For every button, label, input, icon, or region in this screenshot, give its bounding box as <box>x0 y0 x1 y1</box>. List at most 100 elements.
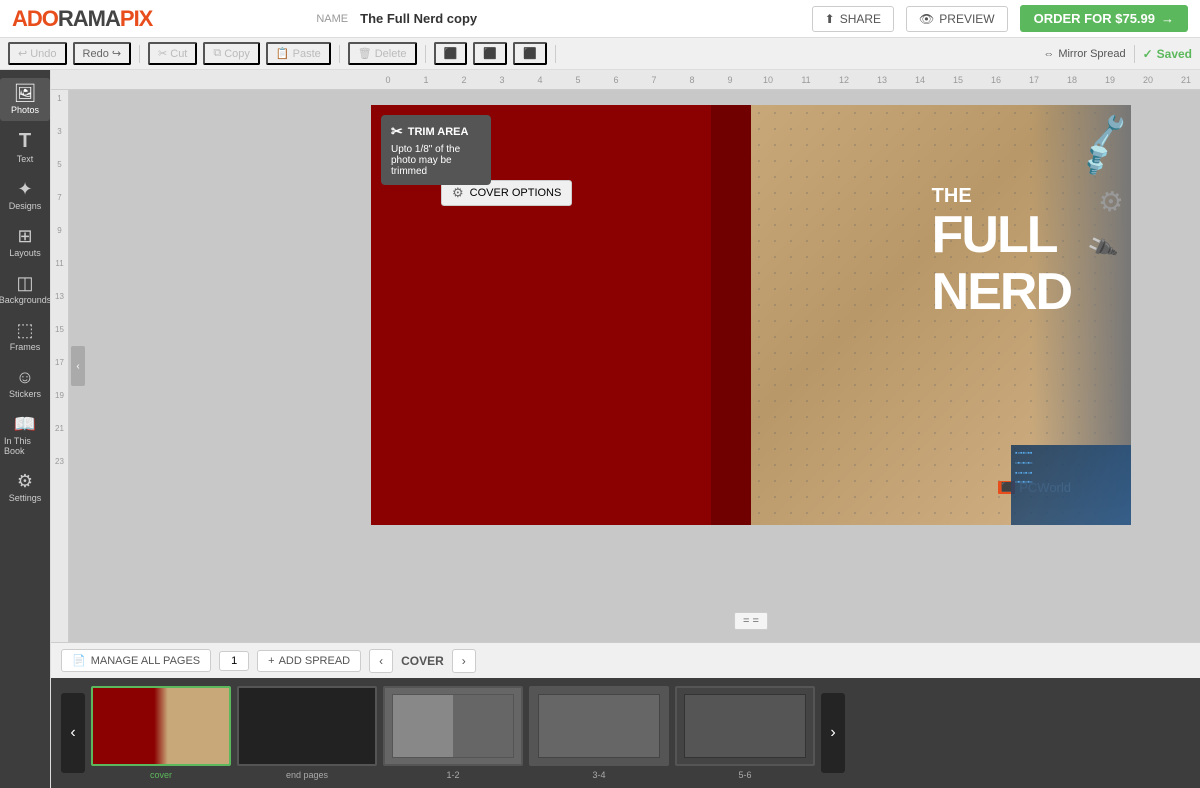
cover-thumbnail <box>91 686 231 766</box>
align-right-icon: ⬛ <box>523 47 537 60</box>
sidebar-item-frames[interactable]: ⬚ Frames <box>0 315 50 358</box>
sidebar-item-backgrounds[interactable]: ◫ Backgrounds <box>0 268 50 311</box>
align-left-button[interactable]: ⬛ <box>434 42 468 65</box>
canvas-area: 0 1 2 3 4 5 6 7 8 9 10 11 12 13 14 15 16 <box>51 70 1200 642</box>
spread-3-4-thumb-content <box>531 688 667 764</box>
sidebar-item-settings[interactable]: ⚙ Settings <box>0 466 50 509</box>
logo-pix: PIX <box>120 6 152 32</box>
toolbar-separator-4 <box>555 45 556 63</box>
main-area: 🖼 Photos T Text ✦ Designs ⊞ Layouts ◫ Ba… <box>0 70 1200 788</box>
redo-button[interactable]: Redo ↪ <box>73 42 132 65</box>
spread-5-6-thumb-content <box>677 688 813 764</box>
cover-label: cover <box>150 770 172 780</box>
next-page-button[interactable]: › <box>452 649 476 673</box>
designs-icon: ✦ <box>17 180 32 198</box>
filmstrip-item-cover[interactable]: cover <box>91 686 231 780</box>
sidebar-item-in-this-book[interactable]: 📖 In This Book <box>0 409 50 462</box>
manage-pages-button[interactable]: 📄 MANAGE ALL PAGES <box>61 649 211 672</box>
bottom-bar: 📄 MANAGE ALL PAGES + ADD SPREAD ‹ COVER … <box>51 642 1200 678</box>
spread-1-2-thumb-content <box>385 688 521 764</box>
sidebar-item-text[interactable]: T Text <box>0 125 50 170</box>
header: ADO RAMA PIX NAME The Full Nerd copy ⬆ S… <box>0 0 1200 38</box>
align-right-button[interactable]: ⬛ <box>513 42 547 65</box>
settings-icon: ⚙ <box>17 472 33 490</box>
paste-button[interactable]: 📋 Paste <box>266 42 331 65</box>
stickers-icon: ☺ <box>16 368 34 386</box>
ruler-numbers: 0 1 2 3 4 5 6 7 8 9 10 11 12 13 14 15 16 <box>361 75 1200 85</box>
page-number-input[interactable] <box>219 651 249 671</box>
filmstrip-next-button[interactable]: › <box>821 693 845 773</box>
share-button[interactable]: ⬆ SHARE <box>812 6 894 32</box>
pages-icon: 📄 <box>72 654 86 667</box>
toolbar-separator-2 <box>339 45 340 63</box>
sidebar-item-stickers[interactable]: ☺ Stickers <box>0 362 50 405</box>
toolbar-separator-3 <box>425 45 426 63</box>
plus-icon: + <box>268 655 274 667</box>
preview-button[interactable]: 👁 PREVIEW <box>906 6 1008 32</box>
canvas-with-vruler: 135 7911 131517 192123 ‹ ✂ <box>51 90 1200 642</box>
mirror-spread-toggle[interactable]: ⇔ Mirror Spread <box>1043 48 1125 60</box>
filmstrip-prev-button[interactable]: ‹ <box>61 693 85 773</box>
order-button[interactable]: ORDER FOR $75.99 → <box>1020 5 1188 32</box>
project-name: The Full Nerd copy <box>360 11 477 26</box>
full-nerd-title: THE FULL NERD <box>932 185 1071 321</box>
backgrounds-icon: ◫ <box>16 274 33 292</box>
in-book-icon: 📖 <box>14 415 36 433</box>
align-center-icon: ⬛ <box>483 47 497 60</box>
toolbar: ↩ Undo Redo ↪ ✂ Cut ⧉ Copy 📋 Paste 🗑 Del… <box>0 38 1200 70</box>
spread-3-4-thumbnail <box>529 686 669 766</box>
undo-button[interactable]: ↩ Undo <box>8 42 67 65</box>
circuit-board: ▪▫▪▪▫▪▪▫▪▫▪▫▪▫▪▫▪▫▪▫▪▫▪▫▪▫▪▫ <box>1011 445 1131 525</box>
current-spread-label: COVER <box>401 654 444 668</box>
toolbar-separator-1 <box>139 45 140 63</box>
copy-icon: ⧉ <box>213 47 221 60</box>
spread-indicator: = = <box>734 612 768 630</box>
sidebar-item-photos[interactable]: 🖼 Photos <box>0 78 50 121</box>
delete-button[interactable]: 🗑 Delete <box>348 42 417 65</box>
copy-button[interactable]: ⧉ Copy <box>203 42 260 65</box>
vertical-ruler: 135 7911 131517 192123 <box>51 90 69 642</box>
spread-1-2-thumbnail <box>383 686 523 766</box>
left-sidebar: 🖼 Photos T Text ✦ Designs ⊞ Layouts ◫ Ba… <box>0 70 50 788</box>
align-left-icon: ⬛ <box>444 47 458 60</box>
filmstrip-item-end-pages[interactable]: end pages <box>237 686 377 780</box>
frames-icon: ⬚ <box>16 321 33 339</box>
scroll-left-button[interactable]: ‹ <box>71 346 85 386</box>
book-canvas: ✂ TRIM AREA Upto 1/8" of the photo may b… <box>371 105 1131 525</box>
text-icon: T <box>19 131 31 151</box>
book-spine <box>711 105 751 525</box>
undo-icon: ↩ <box>18 47 27 60</box>
layouts-icon: ⊞ <box>17 227 32 245</box>
logo: ADO RAMA PIX <box>12 6 152 32</box>
sidebar-item-layouts[interactable]: ⊞ Layouts <box>0 221 50 264</box>
end-pages-thumbnail <box>237 686 377 766</box>
align-center-button[interactable]: ⬛ <box>473 42 507 65</box>
name-label: NAME <box>316 13 348 25</box>
spread-5-6-label: 5-6 <box>738 770 751 780</box>
end-pages-label: end pages <box>286 770 328 780</box>
previous-page-button[interactable]: ‹ <box>369 649 393 673</box>
redo-icon: ↪ <box>112 47 121 60</box>
canvas-column: 0 1 2 3 4 5 6 7 8 9 10 11 12 13 14 15 16 <box>51 70 1200 788</box>
cut-button[interactable]: ✂ Cut <box>148 42 197 65</box>
filmstrip-item-3-4[interactable]: 3-4 <box>529 686 669 780</box>
filmstrip: ‹ cover end pages <box>51 678 1200 788</box>
photos-icon: 🖼 <box>14 84 37 102</box>
add-spread-button[interactable]: + ADD SPREAD <box>257 650 361 672</box>
trash-icon: 🗑 <box>358 47 372 60</box>
logo-ado: ADO <box>12 6 58 32</box>
cover-thumb-content <box>93 688 229 764</box>
toolbar-separator-5 <box>1134 45 1135 63</box>
end-pages-thumb-content <box>239 688 375 764</box>
spread-3-4-label: 3-4 <box>592 770 605 780</box>
spread-5-6-thumbnail <box>675 686 815 766</box>
share-icon: ⬆ <box>825 12 835 26</box>
filmstrip-item-1-2[interactable]: 1-2 <box>383 686 523 780</box>
eye-icon: 👁 <box>919 12 934 26</box>
canvas-wrapper: ‹ ✂ TRIM AREA Upto 1/8" of the photo may… <box>69 90 1200 642</box>
filmstrip-item-5-6[interactable]: 5-6 <box>675 686 815 780</box>
logo-rama: RAMA <box>58 6 120 32</box>
gear-icon: ⚙ <box>452 185 464 201</box>
sidebar-item-designs[interactable]: ✦ Designs <box>0 174 50 217</box>
horizontal-ruler: 0 1 2 3 4 5 6 7 8 9 10 11 12 13 14 15 16 <box>51 70 1200 90</box>
